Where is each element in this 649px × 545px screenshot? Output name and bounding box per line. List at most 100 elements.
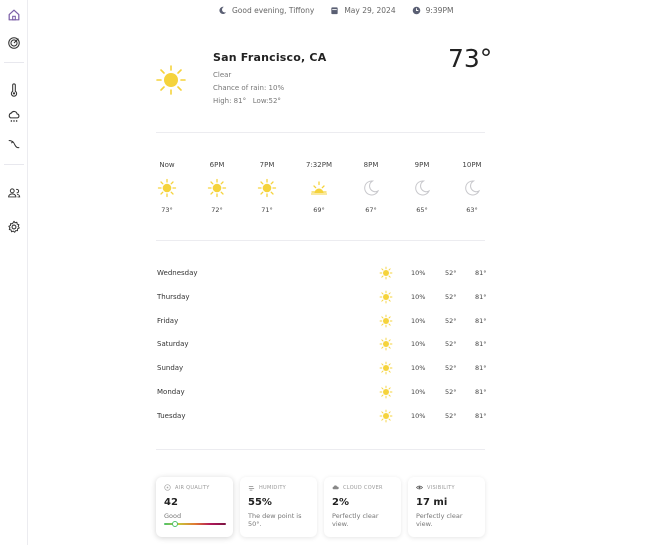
low-temp: 52° [445, 316, 457, 325]
hourly-item: 6PM 72° [197, 160, 237, 214]
hour-temp: 71° [261, 206, 273, 214]
air-quality-label: AIR QUALITY [175, 484, 210, 491]
sun-icon [379, 314, 393, 327]
eye-icon [416, 485, 423, 490]
high-low-text: High: 81° Low:52° [213, 97, 281, 105]
visibility-value: 17 mi [416, 497, 448, 508]
air-quality-card[interactable]: AIR QUALITY 42 Good [156, 477, 233, 537]
sun-icon [379, 409, 393, 423]
divider [156, 132, 485, 133]
cloud-icon [332, 485, 339, 490]
air-quality-icon [164, 484, 171, 491]
humidity-card[interactable]: HUMIDITY 55% The dew point is 50°. [240, 477, 317, 537]
daily-row: Saturday 10% 52° 81° [157, 337, 487, 351]
low-temp: 52° [445, 388, 457, 396]
date: May 29, 2024 [330, 5, 396, 15]
sidebar-divider [4, 164, 24, 165]
moon-icon [465, 180, 481, 196]
clock-icon [412, 6, 420, 14]
sun-icon [379, 290, 393, 304]
hour-label: Now [159, 161, 175, 169]
home-icon[interactable] [6, 7, 22, 23]
hour-temp: 67° [365, 206, 377, 214]
hour-label: 7:32PM [306, 161, 332, 169]
air-quality-value: 42 [164, 497, 178, 508]
low-temp: 52° [445, 292, 457, 301]
rain-chance: 10% [411, 292, 426, 301]
day-name: Wednesday [157, 269, 198, 277]
hourly-item: 9PM 65° [402, 160, 442, 214]
hour-temp: 73° [161, 206, 173, 214]
daily-row: Thursday 10% 52° 81° [157, 290, 487, 304]
moon-icon [219, 6, 227, 14]
hourly-item: Now 73° [147, 160, 187, 214]
hourly-item: 7:32PM 69° [299, 160, 339, 214]
hourly-item: 7PM 71° [247, 160, 287, 214]
hour-temp: 65° [416, 206, 428, 214]
sun-icon [157, 178, 177, 198]
hour-temp: 72° [211, 206, 223, 214]
day-name: Sunday [157, 364, 184, 373]
cloud-cover-value: 2% [332, 497, 349, 508]
hour-label: 6PM [209, 161, 225, 169]
cloud-cover-card[interactable]: CLOUD COVER 2% Perfectly clear view. [324, 477, 401, 537]
hourly-item: 10PM 63° [452, 160, 492, 214]
day-name: Tuesday [157, 411, 186, 420]
hour-label: 10PM [462, 161, 482, 169]
sun-icon [379, 361, 393, 375]
day-name: Friday [157, 316, 179, 325]
hour-temp: 63° [466, 206, 478, 214]
sun-icon [379, 266, 393, 280]
date-text: May 29, 2024 [344, 5, 396, 15]
rain-chance: 10% [411, 364, 426, 373]
thermometer-icon[interactable] [6, 82, 22, 98]
moon-icon [415, 180, 431, 196]
high-temp: 81° [475, 292, 487, 301]
calendar-icon [331, 6, 338, 14]
current-temperature: 73° [448, 44, 493, 73]
divider [156, 240, 485, 241]
rain-chance: 10% [411, 316, 426, 325]
sun-icon [207, 178, 227, 198]
day-name: Saturday [157, 340, 189, 349]
sidebar [0, 0, 28, 545]
high-temp: 81° [475, 269, 487, 277]
humidity-desc: The dew point is 50°. [248, 512, 302, 528]
sun-icon [379, 385, 393, 399]
greeting-text: Good evening, Tiffony [232, 5, 315, 15]
cloud-cover-label: CLOUD COVER [343, 484, 383, 491]
sun-icon [156, 65, 186, 95]
rain-chance: 10% [411, 388, 426, 396]
sun-icon [257, 178, 277, 198]
humidity-value: 55% [248, 497, 272, 508]
low-temp: 52° [445, 340, 457, 349]
day-name: Monday [157, 388, 185, 396]
gear-icon[interactable] [6, 219, 22, 235]
high-temp: 81° [475, 340, 487, 349]
moon-icon [364, 180, 380, 196]
high-temp: 81° [475, 411, 487, 420]
sunset-icon [311, 181, 327, 195]
rain-chance-text: Chance of rain: 10% [213, 84, 285, 92]
rain-chance: 10% [411, 340, 426, 349]
daily-row: Friday 10% 52° 81° [157, 314, 487, 328]
air-quality-indicator [171, 521, 178, 527]
low-temp: 52° [445, 364, 457, 373]
daily-row: Tuesday 10% 52° 81° [157, 409, 487, 423]
wind-icon[interactable] [6, 136, 22, 152]
visibility-label: VISIBILITY [427, 484, 455, 491]
sidebar-divider [4, 62, 24, 63]
daily-row: Monday 10% 52° 81° [157, 385, 487, 399]
day-name: Thursday [157, 292, 190, 301]
time: 9:39PM [412, 6, 453, 15]
rain-cloud-icon[interactable] [6, 109, 22, 125]
visibility-card[interactable]: VISIBILITY 17 mi Perfectly clear view. [408, 477, 485, 537]
high-temp: 81° [475, 316, 487, 325]
high-temp: 81° [475, 388, 487, 396]
hourly-item: 8PM 67° [351, 160, 391, 214]
radar-icon[interactable] [6, 35, 22, 51]
hour-label: 8PM [363, 161, 379, 169]
humidity-label: HUMIDITY [259, 484, 287, 491]
daily-row: Wednesday 10% 52° 81° [157, 266, 487, 280]
users-icon[interactable] [6, 185, 22, 201]
